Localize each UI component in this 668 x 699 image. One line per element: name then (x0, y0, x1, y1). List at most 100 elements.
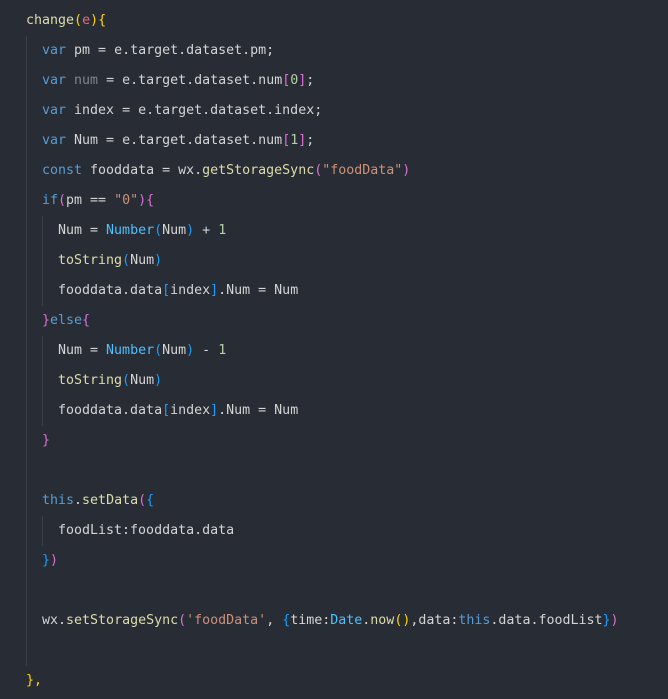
code-token: ; (306, 133, 315, 148)
code-token: ,data: (410, 613, 459, 628)
code-line[interactable]: Num = Number(Num) + 1 (58, 216, 226, 246)
code-token: - (194, 343, 219, 358)
code-token: ( (58, 193, 67, 208)
code-token: getStorageSync (202, 163, 315, 178)
code-line[interactable]: toString(Num) (58, 366, 162, 396)
code-line[interactable]: Num = Number(Num) - 1 (58, 336, 226, 366)
code-token: [ (162, 283, 171, 298)
code-token: else (50, 313, 83, 328)
code-token: const (42, 163, 83, 178)
code-token: "foodData" (322, 163, 403, 178)
code-token: index (170, 283, 211, 298)
code-line[interactable]: fooddata.data[index].Num = Num (58, 396, 298, 426)
code-token: ( (154, 223, 163, 238)
code-token: Num = (58, 343, 107, 358)
code-editor[interactable]: change(e){var pm = e.target.dataset.pm; v… (0, 0, 668, 699)
code-token: 'foodData' (186, 613, 267, 628)
code-line[interactable]: const fooddata = wx.getStorageSync("food… (42, 156, 410, 186)
code-token: ) (90, 13, 99, 28)
code-token: () (394, 613, 411, 628)
code-token: } (42, 313, 51, 328)
code-token: ) (186, 343, 195, 358)
code-token: ) (610, 613, 619, 628)
code-token: index (170, 403, 211, 418)
code-token: ( (154, 343, 163, 358)
code-token: ) (154, 253, 163, 268)
code-line[interactable]: var pm = e.target.dataset.pm; (42, 36, 274, 66)
code-token: "0" (114, 193, 139, 208)
code-line[interactable]: }) (42, 546, 58, 576)
code-token: [ (282, 133, 291, 148)
code-line[interactable]: change(e){ (26, 6, 106, 36)
code-token: 1 (218, 343, 227, 358)
code-token: toString (58, 373, 123, 388)
indent-guide (42, 516, 43, 546)
code-token: .Num = Num (218, 403, 299, 418)
code-token: Num (162, 343, 187, 358)
code-token: ( (122, 253, 131, 268)
code-token: .data.foodList (490, 613, 603, 628)
code-token: Num = e.target.dataset.num (66, 133, 283, 148)
code-token: var (42, 103, 67, 118)
code-token: Num (162, 223, 187, 238)
code-token: ] (210, 283, 219, 298)
code-token: change (26, 13, 75, 28)
code-token: { (82, 313, 91, 328)
code-token: Number (106, 223, 155, 238)
code-line[interactable]: }, (26, 666, 42, 696)
code-token: { (146, 193, 155, 208)
code-line[interactable]: fooddata.data[index].Num = Num (58, 276, 298, 306)
code-token: wx. (42, 613, 67, 628)
code-token: 1 (218, 223, 227, 238)
code-token: } (42, 433, 51, 448)
code-token: } (42, 553, 51, 568)
code-token: ) (186, 223, 195, 238)
code-token: ] (210, 403, 219, 418)
code-token: toString (58, 253, 123, 268)
code-token: index = e.target.dataset.index; (66, 103, 323, 118)
code-token: ) (154, 373, 163, 388)
indent-guide (42, 216, 43, 306)
code-line[interactable]: var num = e.target.dataset.num[0]; (42, 66, 314, 96)
code-line[interactable]: wx.setStorageSync('foodData', {time:Date… (42, 606, 619, 636)
code-token: e (82, 13, 91, 28)
code-token: this (42, 493, 75, 508)
code-token: + (194, 223, 219, 238)
code-token: this (458, 613, 491, 628)
code-token: now (370, 613, 395, 628)
indent-guide (42, 336, 43, 426)
code-line[interactable]: this.setData({ (42, 486, 154, 516)
code-token: { (98, 13, 107, 28)
code-token: setStorageSync (66, 613, 179, 628)
code-token: [ (162, 403, 171, 418)
code-token: var (42, 73, 67, 88)
code-token: setData (82, 493, 139, 508)
code-line[interactable]: var index = e.target.dataset.index; (42, 96, 322, 126)
code-token: if (42, 193, 59, 208)
code-token: foodList:fooddata.data (58, 523, 235, 538)
code-token: time: (290, 613, 331, 628)
code-token: fooddata = wx. (82, 163, 203, 178)
code-token: Num (130, 373, 155, 388)
code-token: = e.target.dataset.num (98, 73, 283, 88)
code-line[interactable]: var Num = e.target.dataset.num[1]; (42, 126, 314, 156)
code-line[interactable]: foodList:fooddata.data (58, 516, 234, 546)
code-line[interactable]: } (42, 426, 50, 456)
code-line[interactable]: }else{ (42, 306, 90, 336)
code-token: Num (130, 253, 155, 268)
code-token: .Num = Num (218, 283, 299, 298)
code-line[interactable]: toString(Num) (58, 246, 162, 276)
code-line[interactable]: if(pm == "0"){ (42, 186, 154, 216)
code-token: ( (178, 613, 187, 628)
code-token: ) (138, 193, 147, 208)
code-token: Num = (58, 223, 107, 238)
code-token: ) (50, 553, 59, 568)
code-token: ( (122, 373, 131, 388)
code-token: pm == (66, 193, 115, 208)
code-token: , (266, 613, 283, 628)
code-token: fooddata.data (58, 283, 163, 298)
code-token: num (74, 73, 99, 88)
code-token: ) (402, 163, 411, 178)
code-token: ( (74, 13, 83, 28)
